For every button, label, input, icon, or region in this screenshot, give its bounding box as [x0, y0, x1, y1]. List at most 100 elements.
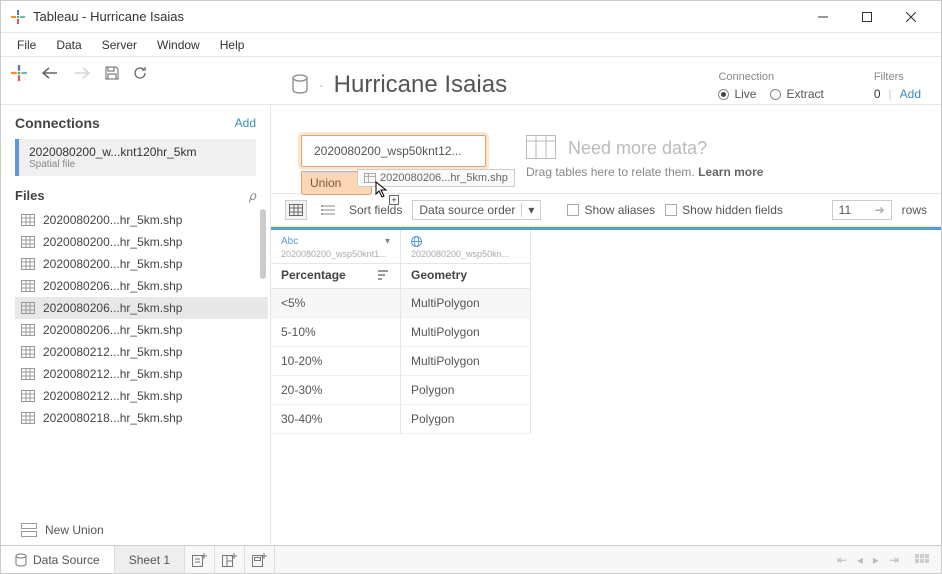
column-geometry[interactable]: Geometry: [401, 264, 530, 289]
canvas-table-pill[interactable]: 2020080200_wsp50knt12...: [301, 135, 486, 167]
grid-cell[interactable]: 30-40%: [271, 405, 400, 434]
table-icon: [21, 368, 35, 380]
nav-last-button[interactable]: ⇥: [889, 553, 899, 567]
app-logo-icon: [11, 10, 25, 24]
new-worksheet-button[interactable]: [185, 546, 215, 573]
new-dashboard-button[interactable]: [215, 546, 245, 573]
minimize-button[interactable]: [801, 2, 845, 32]
file-row[interactable]: 2020080200...hr_5km.shp: [15, 209, 268, 231]
filters-label: Filters: [874, 71, 921, 83]
grid-cell[interactable]: MultiPolygon: [401, 289, 530, 318]
need-more-data-subtitle: Drag tables here to relate them. Learn m…: [526, 165, 763, 179]
column-source: 2020080200_wsp50kn...: [411, 249, 520, 259]
datasource-tab-icon: [15, 553, 27, 567]
chevron-down-icon: ▾: [521, 203, 534, 217]
forward-button[interactable]: [73, 66, 91, 80]
refresh-button[interactable]: [133, 66, 147, 80]
filters-count: 0: [874, 87, 881, 101]
grid-cell[interactable]: MultiPolygon: [401, 318, 530, 347]
sort-fields-label: Sort fields: [349, 203, 402, 217]
sidebar: Connections Add 2020080200_w...knt120hr_…: [1, 105, 271, 547]
connection-name: 2020080200_w...knt120hr_5km: [29, 145, 246, 159]
checkbox-icon: [567, 204, 579, 216]
menubar: File Data Server Window Help: [1, 33, 941, 57]
table-icon: [21, 390, 35, 402]
grid-cell[interactable]: Polygon: [401, 376, 530, 405]
menu-file[interactable]: File: [7, 34, 46, 56]
checkbox-icon: [665, 204, 677, 216]
relationship-canvas[interactable]: 2020080200_wsp50knt12... Union 202008020…: [271, 105, 941, 193]
file-row[interactable]: 2020080212...hr_5km.shp: [15, 363, 268, 385]
new-union-button[interactable]: New Union: [15, 513, 270, 547]
data-source-tab[interactable]: Data Source: [1, 546, 115, 573]
titlebar: Tableau - Hurricane Isaias: [1, 1, 941, 33]
save-button[interactable]: [105, 66, 119, 80]
grid-cell[interactable]: 10-20%: [271, 347, 400, 376]
file-row[interactable]: 2020080206...hr_5km.shp: [15, 275, 268, 297]
show-sheets-button[interactable]: [915, 554, 929, 566]
column-source: 2020080200_wsp50knt1...: [281, 249, 390, 259]
file-row[interactable]: 2020080200...hr_5km.shp: [15, 253, 268, 275]
new-story-button[interactable]: [245, 546, 275, 573]
sheet-1-tab[interactable]: Sheet 1: [115, 546, 185, 573]
grid-cell[interactable]: 20-30%: [271, 376, 400, 405]
show-aliases-checkbox[interactable]: Show aliases: [567, 203, 655, 217]
tableau-logo-icon[interactable]: [11, 65, 27, 81]
file-row[interactable]: 2020080218...hr_5km.shp: [15, 407, 268, 429]
data-grid: Abc ▾ 2020080200_wsp50knt1... Percentage: [271, 227, 941, 434]
learn-more-link[interactable]: Learn more: [698, 165, 763, 179]
drag-ghost: 2020080206...hr_5km.shp: [357, 169, 515, 187]
table-icon: [21, 214, 35, 226]
table-icon: [21, 236, 35, 248]
table-icon: [21, 324, 35, 336]
close-button[interactable]: [889, 2, 933, 32]
nav-first-button[interactable]: ⇤: [837, 553, 847, 567]
need-more-data-title: Need more data?: [568, 138, 707, 159]
datasource-title[interactable]: Hurricane Isaias: [334, 71, 507, 99]
file-row[interactable]: 2020080206...hr_5km.shp: [15, 297, 268, 319]
file-row[interactable]: 2020080212...hr_5km.shp: [15, 385, 268, 407]
connection-extract-radio[interactable]: Extract: [770, 87, 823, 101]
chevron-down-icon[interactable]: ▾: [385, 236, 390, 247]
menu-data[interactable]: Data: [46, 34, 91, 56]
connection-card[interactable]: 2020080200_w...knt120hr_5km Spatial file: [15, 139, 256, 176]
table-icon: [21, 412, 35, 424]
connection-type: Spatial file: [29, 159, 246, 170]
menu-window[interactable]: Window: [147, 34, 210, 56]
file-list-scrollbar[interactable]: [260, 209, 266, 279]
datatype-globe-icon[interactable]: [411, 236, 422, 247]
grid-cell[interactable]: Polygon: [401, 405, 530, 434]
connection-live-radio[interactable]: Live: [718, 87, 756, 101]
rows-input[interactable]: 11 ➔: [832, 200, 892, 220]
maximize-button[interactable]: [845, 2, 889, 32]
show-hidden-fields-checkbox[interactable]: Show hidden fields: [665, 203, 783, 217]
plus-badge-icon: +: [389, 195, 399, 205]
grid-cell[interactable]: MultiPolygon: [401, 347, 530, 376]
filters-add-link[interactable]: Add: [900, 87, 921, 101]
rows-label: rows: [902, 203, 927, 217]
table-icon: [21, 280, 35, 292]
file-row[interactable]: 2020080206...hr_5km.shp: [15, 319, 268, 341]
back-button[interactable]: [41, 66, 59, 80]
list-view-button[interactable]: [317, 200, 339, 220]
file-row[interactable]: 2020080212...hr_5km.shp: [15, 341, 268, 363]
table-sketch-icon: [526, 135, 556, 159]
menu-server[interactable]: Server: [92, 34, 147, 56]
grid-view-button[interactable]: [285, 200, 307, 220]
files-search-icon[interactable]: ⍴: [248, 189, 256, 203]
file-row[interactable]: 2020080200...hr_5km.shp: [15, 231, 268, 253]
window-title: Tableau - Hurricane Isaias: [33, 9, 184, 24]
datatype-abc-icon[interactable]: Abc: [281, 236, 298, 247]
nav-prev-button[interactable]: ◂: [857, 553, 863, 567]
sort-desc-icon[interactable]: [378, 270, 390, 280]
menu-help[interactable]: Help: [210, 34, 255, 56]
union-icon: [21, 523, 37, 537]
table-icon: [21, 346, 35, 358]
sort-fields-select[interactable]: Data source order ▾: [412, 200, 541, 220]
connections-add-link[interactable]: Add: [235, 116, 256, 130]
bottom-tabs: Data Source Sheet 1 ⇤ ◂ ▸ ⇥: [1, 545, 941, 573]
grid-cell[interactable]: <5%: [271, 289, 400, 318]
grid-cell[interactable]: 5-10%: [271, 318, 400, 347]
nav-next-button[interactable]: ▸: [873, 553, 879, 567]
column-percentage[interactable]: Percentage: [271, 264, 400, 289]
